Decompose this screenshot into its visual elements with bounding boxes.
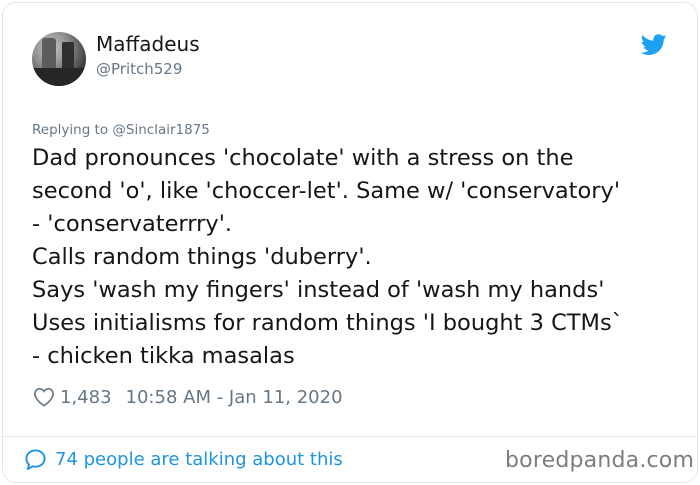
twitter-bird-icon[interactable] — [641, 34, 667, 56]
user-handle[interactable]: @Pritch529 — [96, 60, 182, 78]
tweet-line: second 'o', like 'choccer-let'. Same w/ … — [32, 178, 621, 204]
divider — [2, 436, 698, 437]
talking-label[interactable]: 74 people are talking about this — [55, 449, 343, 470]
tweet-line: Uses initialisms for random things 'I bo… — [32, 310, 623, 336]
display-name[interactable]: Maffadeus — [96, 32, 200, 56]
tweet-line: Dad pronounces 'chocolate' with a stress… — [32, 145, 574, 171]
tweet-meta: 1,483 10:58 AM - Jan 11, 2020 — [33, 385, 343, 409]
speech-bubble-icon — [25, 449, 46, 471]
tweet-line: Calls random things 'duberry'. — [32, 244, 372, 270]
watermark: boredpanda.com — [505, 448, 695, 473]
conversation-link[interactable]: 74 people are talking about this — [24, 448, 343, 471]
tweet-line: - chicken tikka masalas — [32, 343, 295, 369]
replying-to[interactable]: Replying to @Sinclair1875 — [32, 122, 210, 138]
heart-icon[interactable] — [33, 387, 55, 407]
tweet-line: - 'conservaterrry'. — [32, 211, 233, 237]
like-count: 1,483 — [60, 386, 112, 408]
tweet-line: Says 'wash my fingers' instead of 'wash … — [32, 277, 605, 303]
timestamp[interactable]: 10:58 AM - Jan 11, 2020 — [126, 387, 343, 408]
tweet-text: Dad pronounces 'chocolate' with a stress… — [32, 142, 682, 373]
avatar[interactable] — [32, 32, 86, 86]
